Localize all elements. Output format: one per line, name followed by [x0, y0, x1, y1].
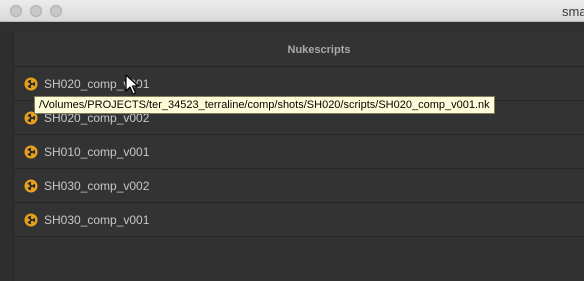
minimize-window-button[interactable]: [30, 5, 42, 17]
nuke-script-icon: [24, 179, 38, 193]
nuke-script-icon: [24, 213, 38, 227]
app-window: sma Nukescripts SH020_comp_v001 SH020_co…: [0, 0, 584, 281]
close-window-button[interactable]: [10, 5, 22, 17]
list-item-label: SH030_comp_v001: [44, 213, 150, 227]
window-title: sma: [562, 4, 584, 19]
list-item-label: SH010_comp_v001: [44, 145, 150, 159]
panel-top-bar: [0, 22, 584, 32]
list-header[interactable]: Nukescripts: [14, 32, 584, 67]
nuke-script-icon: [24, 77, 38, 91]
zoom-window-button[interactable]: [50, 5, 62, 17]
title-bar[interactable]: sma: [0, 0, 584, 22]
list-header-label: Nukescripts: [287, 44, 351, 56]
list-item[interactable]: SH030_comp_v002: [14, 169, 584, 203]
nuke-script-icon: [24, 145, 38, 159]
file-path-tooltip: /Volumes/PROJECTS/ter_34523_terraline/co…: [34, 96, 495, 114]
mouse-pointer-icon: [125, 74, 139, 95]
list-item-label: SH030_comp_v002: [44, 179, 150, 193]
list-item[interactable]: SH010_comp_v001: [14, 135, 584, 169]
left-gutter: [0, 32, 14, 281]
list-item[interactable]: SH030_comp_v001: [14, 203, 584, 237]
nukescripts-list: Nukescripts SH020_comp_v001 SH020_comp_v…: [14, 32, 584, 281]
